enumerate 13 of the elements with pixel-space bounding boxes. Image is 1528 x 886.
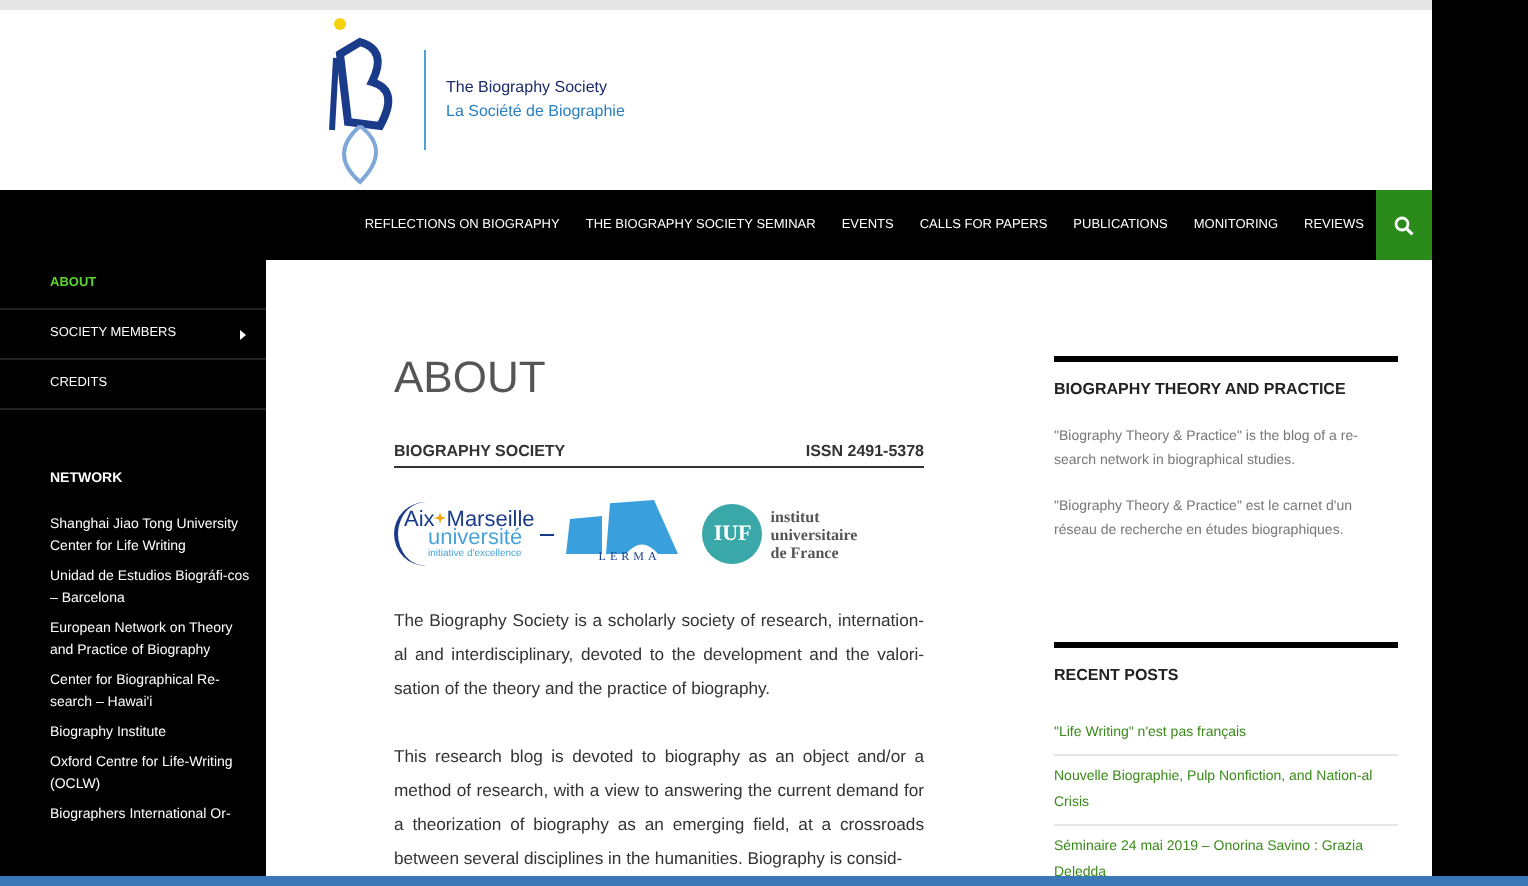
star-icon: [434, 511, 447, 523]
site-subtitle: La Société de Biographie: [446, 100, 625, 124]
widget-heading: BIOGRAPHY THEORY AND PRACTICE: [1054, 378, 1348, 402]
issn-label: ISSN 2491-5378: [805, 440, 924, 464]
body-paragraph: The Biography Society is a scholarly society of research, internation-al and interdisciplinary, devoted to the development and the valori-sation of the theory and the practice of biography.: [394, 608, 924, 702]
page-title: ABOUT: [394, 352, 546, 404]
site-title[interactable]: The Biography Society: [446, 76, 625, 100]
widget-heading: RECENT POSTS: [1054, 664, 1181, 688]
body-paragraph: This research blog is devoted to biography as an object and/or a method of research, with a view to answering the current demand for a theorization of biography as an emerging field, at a crossroads between several disciplines in the humanities. Biography is consid-: [394, 744, 924, 872]
search-button[interactable]: [1376, 190, 1432, 260]
subheading: BIOGRAPHY SOCIETY: [394, 440, 566, 464]
iuf-logo: IUF institut universitaire de France: [702, 504, 858, 564]
search-icon: [1394, 215, 1414, 235]
